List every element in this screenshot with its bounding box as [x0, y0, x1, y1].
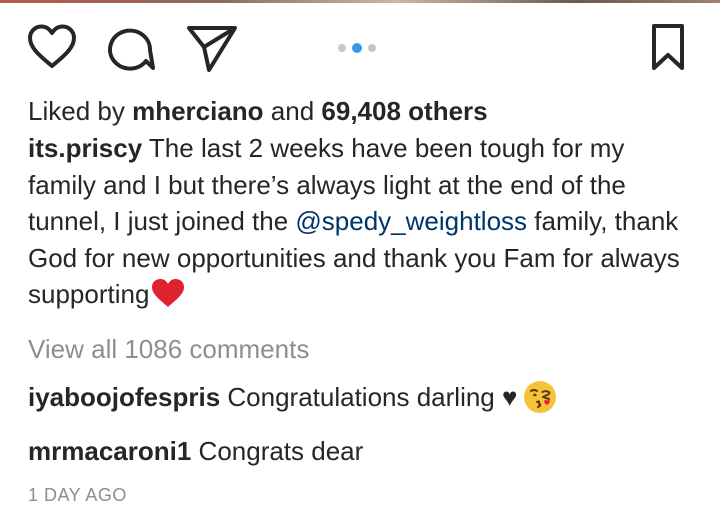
face-blowing-kiss-emoji-icon — [523, 380, 557, 422]
comment-username[interactable]: iyaboojofespris — [28, 382, 220, 412]
share-paper-plane-icon[interactable] — [186, 23, 238, 73]
carousel-indicator — [338, 42, 376, 54]
view-all-comments-link[interactable]: View all 1086 comments — [28, 332, 698, 366]
likes-prefix: Liked by — [28, 96, 133, 126]
likes-middle: and — [263, 96, 322, 126]
comment-item: iyaboojofespris Congratulations darling … — [28, 380, 698, 422]
carousel-dot — [338, 44, 346, 52]
post-action-bar — [0, 14, 720, 76]
caption-mention-link[interactable]: @spedy_weightloss — [295, 206, 527, 236]
comment-bubble-icon[interactable] — [106, 24, 156, 72]
post-image-edge — [0, 0, 720, 3]
post-caption: its.priscy The last 2 weeks have been to… — [28, 130, 698, 318]
comment-text: Congratulations darling ♥ — [220, 381, 518, 412]
comment-text: Congrats dear — [191, 435, 364, 466]
carousel-dot — [368, 44, 376, 52]
post-details: Liked by mherciano and 69,408 others its… — [28, 94, 698, 506]
save-bookmark-icon[interactable] — [650, 23, 686, 71]
caption-username[interactable]: its.priscy — [28, 133, 142, 163]
like-heart-icon[interactable] — [27, 24, 77, 70]
comment-item: mrmacaroni1 Congrats dear — [28, 434, 698, 468]
liker-username[interactable]: mherciano — [132, 96, 264, 126]
red-heart-emoji-icon — [151, 278, 185, 318]
post-timestamp: 1 DAY AGO — [28, 484, 127, 505]
likes-count[interactable]: 69,408 others — [321, 96, 487, 126]
comment-username[interactable]: mrmacaroni1 — [28, 436, 191, 466]
carousel-dot-active — [352, 43, 362, 53]
likes-line[interactable]: Liked by mherciano and 69,408 others — [28, 94, 698, 128]
